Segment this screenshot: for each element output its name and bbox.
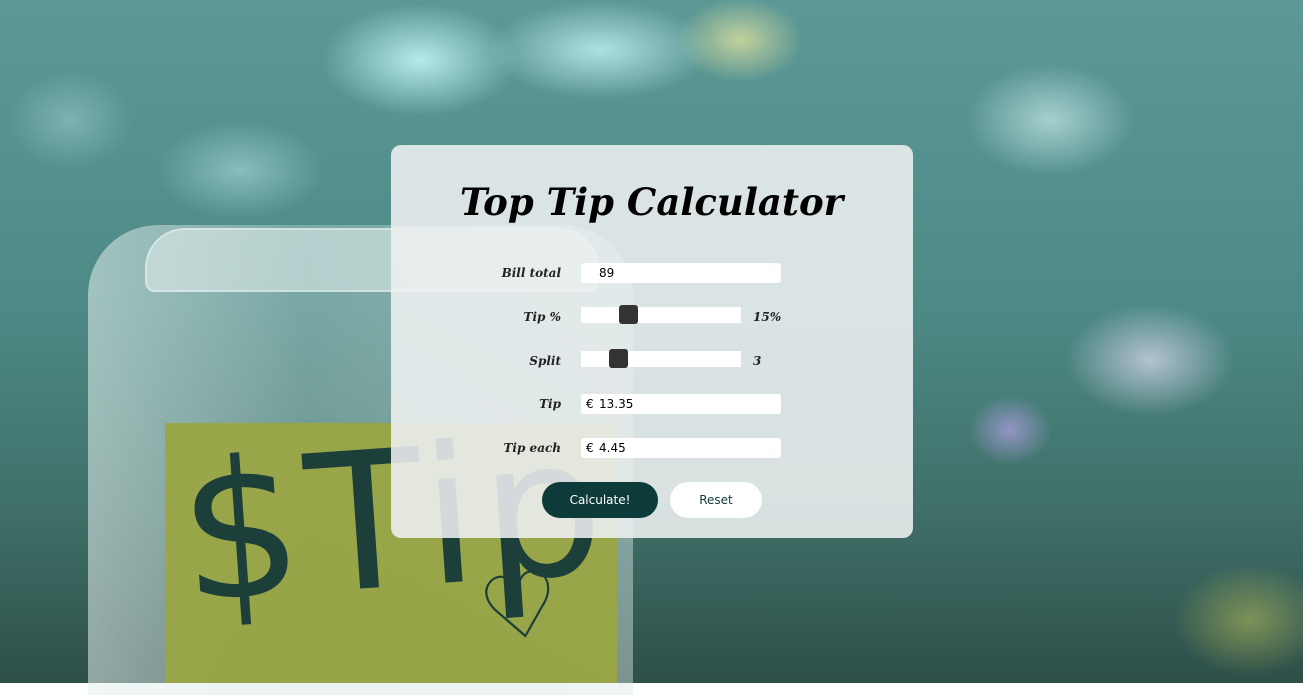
euro-icon: € xyxy=(586,441,594,455)
bill-total-label: Bill total xyxy=(501,266,561,280)
tip-percent-slider-thumb[interactable] xyxy=(619,305,639,324)
tip-output: € 13.35 xyxy=(581,394,781,414)
tip-each-output-value: 4.45 xyxy=(599,441,626,455)
tip-percent-value: 15% xyxy=(753,310,782,324)
reset-button[interactable]: Reset xyxy=(670,482,762,518)
tip-percent-label: Tip % xyxy=(523,310,561,324)
split-label: Split xyxy=(529,354,561,368)
euro-icon: € xyxy=(586,397,594,411)
tip-each-output: € 4.45 xyxy=(581,438,781,458)
tip-each-label: Tip each xyxy=(503,441,562,455)
split-slider-thumb[interactable] xyxy=(609,349,629,368)
split-value: 3 xyxy=(753,354,762,368)
tip-label: Tip xyxy=(539,397,561,411)
bill-total-input[interactable]: 89 xyxy=(581,263,781,283)
split-slider[interactable] xyxy=(581,349,741,368)
tip-percent-slider[interactable] xyxy=(581,305,741,324)
page-title: Top Tip Calculator xyxy=(459,180,844,224)
tip-output-value: 13.35 xyxy=(599,397,634,411)
calculate-button[interactable]: Calculate! xyxy=(542,482,658,518)
